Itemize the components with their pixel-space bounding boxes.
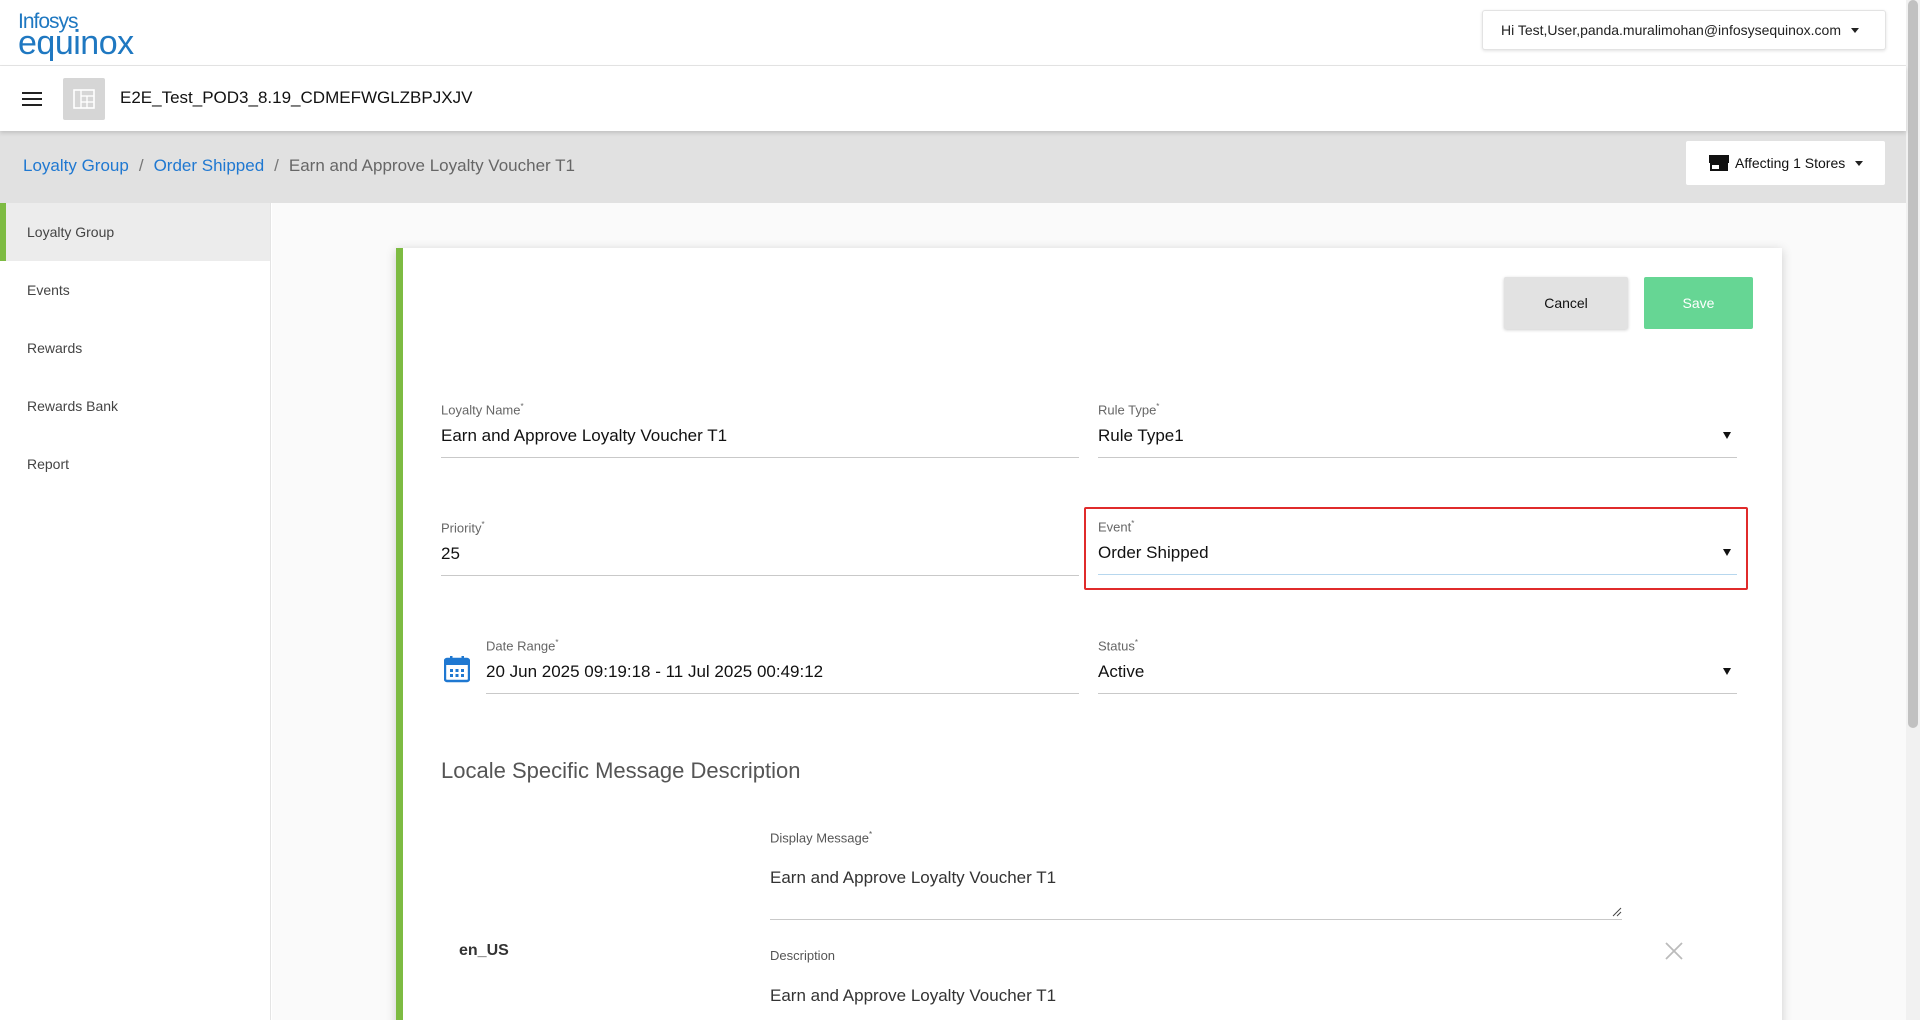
dropdown-arrow-icon bbox=[1723, 668, 1731, 675]
description-label: Description bbox=[770, 948, 836, 963]
breadcrumb-order-shipped[interactable]: Order Shipped bbox=[154, 156, 265, 175]
loyalty-name-value: Earn and Approve Loyalty Voucher T1 bbox=[441, 426, 728, 445]
rule-type-value: Rule Type1 bbox=[1098, 426, 1184, 445]
breadcrumb-separator: / bbox=[274, 156, 279, 175]
sidebar-item-report[interactable]: Report bbox=[0, 435, 270, 493]
breadcrumb-bar: Loyalty Group / Order Shipped / Earn and App… bbox=[0, 131, 1906, 203]
close-icon[interactable] bbox=[1663, 940, 1685, 962]
display-message-textarea[interactable]: Display Message* Earn and Approve Loyalt… bbox=[770, 830, 1622, 920]
store-bar: E2E_Test_POD3_8.19_CDMEFWGLZBPJXJV bbox=[0, 66, 1906, 131]
breadcrumb: Loyalty Group / Order Shipped / Earn and App… bbox=[23, 156, 575, 176]
rule-type-label: Rule Type* bbox=[1098, 402, 1160, 418]
dropdown-arrow-icon bbox=[1723, 432, 1731, 439]
store-name: E2E_Test_POD3_8.19_CDMEFWGLZBPJXJV bbox=[120, 88, 473, 107]
status-value: Active bbox=[1098, 662, 1145, 681]
locale-section-title: Locale Specific Message Description bbox=[441, 758, 801, 783]
affecting-stores-label: Affecting 1 Stores bbox=[1735, 155, 1846, 171]
priority-label: Priority* bbox=[441, 520, 485, 536]
description-textarea[interactable]: Description Earn and Approve Loyalty Vou… bbox=[770, 948, 1622, 1020]
date-range-field[interactable]: Date Range* 20 Jun 2025 09:19:18 - 11 Ju… bbox=[486, 638, 1079, 694]
sidebar-item-label: Rewards Bank bbox=[27, 398, 119, 414]
save-button[interactable]: Save bbox=[1644, 277, 1753, 329]
sidebar: Loyalty Group Events Rewards Rewards Ban… bbox=[0, 203, 271, 1020]
locale-code: en_US bbox=[459, 942, 509, 959]
loyalty-name-label: Loyalty Name* bbox=[441, 402, 524, 418]
resize-handle-icon[interactable] bbox=[1612, 907, 1622, 917]
sidebar-item-events[interactable]: Events bbox=[0, 261, 270, 319]
breadcrumb-loyalty-group[interactable]: Loyalty Group bbox=[23, 156, 129, 175]
status-select[interactable]: Status* Active bbox=[1098, 638, 1737, 694]
display-message-value: Earn and Approve Loyalty Voucher T1 bbox=[770, 868, 1057, 887]
logo-line2: equinox bbox=[18, 24, 134, 62]
sidebar-item-rewards[interactable]: Rewards bbox=[0, 319, 270, 377]
rule-type-select[interactable]: Rule Type* Rule Type1 bbox=[1098, 402, 1737, 458]
description-value: Earn and Approve Loyalty Voucher T1 bbox=[770, 986, 1057, 1005]
breadcrumb-separator: / bbox=[138, 156, 144, 175]
sidebar-item-loyalty-group[interactable]: Loyalty Group bbox=[0, 203, 270, 261]
shop-icon bbox=[1709, 155, 1729, 171]
priority-field[interactable]: Priority* 25 bbox=[441, 520, 1079, 576]
hamburger-menu-icon[interactable] bbox=[22, 92, 42, 107]
cancel-button[interactable]: Cancel bbox=[1504, 277, 1628, 329]
breadcrumb-current: Earn and Approve Loyalty Voucher T1 bbox=[288, 156, 575, 175]
sidebar-item-label: Events bbox=[27, 282, 70, 298]
display-message-label: Display Message* bbox=[770, 830, 873, 846]
page-scrollbar-thumb[interactable] bbox=[1908, 0, 1918, 728]
infosys-equinox-logo[interactable]: Infosys equinox bbox=[18, 8, 138, 62]
sidebar-item-rewards-bank[interactable]: Rewards Bank bbox=[0, 377, 270, 435]
event-highlight-box bbox=[1084, 507, 1748, 590]
priority-value: 25 bbox=[441, 544, 460, 563]
user-menu-label: Hi Test,User,panda.muralimohan@infosyseq… bbox=[1501, 22, 1842, 38]
sidebar-item-label: Loyalty Group bbox=[27, 224, 115, 240]
date-range-value: 20 Jun 2025 09:19:18 - 11 Jul 2025 00:49… bbox=[486, 662, 824, 681]
chevron-down-icon bbox=[1855, 160, 1864, 166]
top-header: Infosys equinox Hi Test,User,panda.mural… bbox=[0, 0, 1906, 66]
store-building-icon bbox=[63, 78, 105, 120]
loyalty-name-field[interactable]: Loyalty Name* Earn and Approve Loyalty V… bbox=[441, 402, 1079, 458]
status-label: Status* bbox=[1098, 638, 1138, 654]
chevron-down-icon bbox=[1851, 27, 1860, 33]
sidebar-item-label: Rewards bbox=[27, 340, 83, 356]
date-range-label: Date Range* bbox=[486, 638, 559, 654]
sidebar-item-label: Report bbox=[27, 456, 70, 472]
user-menu-dropdown[interactable]: Hi Test,User,panda.muralimohan@infosyseq… bbox=[1482, 10, 1886, 50]
affecting-stores-dropdown[interactable]: Affecting 1 Stores bbox=[1686, 141, 1885, 185]
calendar-icon[interactable] bbox=[444, 655, 470, 683]
